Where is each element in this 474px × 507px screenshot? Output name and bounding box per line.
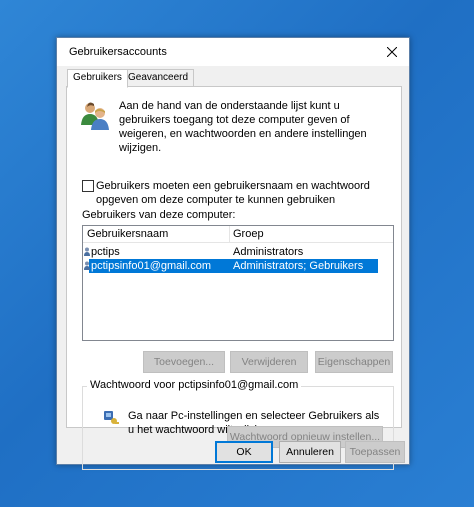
apply-button[interactable]: Toepassen (345, 441, 405, 463)
require-login-label[interactable]: Gebruikers moeten een gebruikersnaam en … (96, 179, 396, 207)
column-header-group[interactable]: Groep (233, 228, 264, 240)
window-title: Gebruikersaccounts (69, 46, 167, 58)
key-icon (104, 411, 119, 424)
group-cell: Administrators (233, 246, 304, 258)
user-icon (84, 261, 90, 270)
users-icon (81, 102, 109, 130)
close-button[interactable] (375, 38, 409, 66)
title-bar: Gebruikersaccounts (57, 38, 409, 66)
password-group-title: Wachtwoord voor pctipsinfo01@gmail.com (87, 379, 302, 391)
remove-user-button[interactable]: Verwijderen (230, 351, 308, 373)
users-table[interactable]: Gebruikersnaam Groep pctips Administrato… (82, 225, 394, 341)
username-cell: pctipsinfo01@gmail.com (91, 260, 211, 272)
cancel-button[interactable]: Annuleren (279, 441, 341, 463)
users-tab-panel: Aan de hand van de onderstaande lijst ku… (66, 86, 402, 470)
intro-text: Aan de hand van de onderstaande lijst ku… (119, 100, 367, 154)
user-icon (84, 247, 90, 256)
close-icon (387, 47, 397, 57)
user-accounts-dialog: Gebruikersaccounts Gebruikers Geavanceer… (56, 37, 410, 470)
add-user-button[interactable]: Toevoegen... (143, 351, 225, 373)
username-cell: pctips (91, 246, 120, 258)
tab-geavanceerd[interactable]: Geavanceerd (122, 69, 195, 87)
require-login-checkbox[interactable] (82, 180, 94, 192)
column-divider[interactable] (229, 226, 230, 242)
ok-button[interactable]: OK (215, 441, 273, 463)
group-cell: Administrators; Gebruikers (233, 260, 364, 272)
tab-gebruikers[interactable]: Gebruikers (67, 69, 128, 88)
table-row-selected[interactable]: pctipsinfo01@gmail.com Administrators; G… (83, 259, 393, 273)
properties-button[interactable]: Eigenschappen (315, 351, 393, 373)
column-header-username[interactable]: Gebruikersnaam (87, 228, 168, 240)
table-header: Gebruikersnaam Groep (83, 226, 393, 243)
table-row[interactable]: pctips Administrators (83, 245, 393, 259)
users-list-title: Gebruikers van deze computer: (82, 209, 236, 221)
